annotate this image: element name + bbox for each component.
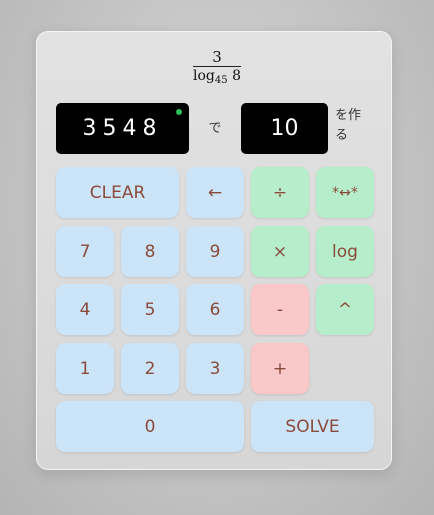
minus-button[interactable]: - xyxy=(251,284,309,335)
fraction-numerator: 3 xyxy=(212,47,222,66)
log-button[interactable]: log xyxy=(316,226,374,277)
log-base: 45 xyxy=(214,74,228,86)
log-argument: 8 xyxy=(232,67,241,84)
digits-value: 3548 xyxy=(82,116,163,141)
key-9[interactable]: 9 xyxy=(186,226,244,277)
log-function: log xyxy=(193,67,215,84)
clear-button[interactable]: CLEAR xyxy=(56,167,179,218)
target-display: 10 xyxy=(241,103,328,154)
key-8[interactable]: 8 xyxy=(121,226,179,277)
formula-display: 3 log45 8 xyxy=(0,47,434,90)
key-1[interactable]: 1 xyxy=(56,343,114,394)
power-button[interactable]: ^ xyxy=(316,284,374,335)
key-5[interactable]: 5 xyxy=(121,284,179,335)
suffix-label: を作る xyxy=(335,108,362,143)
swap-button[interactable]: *↔* xyxy=(316,167,374,218)
fraction-denominator: log45 8 xyxy=(193,67,241,90)
key-0[interactable]: 0 xyxy=(56,401,244,452)
fraction: 3 log45 8 xyxy=(193,47,241,90)
multiply-button[interactable]: × xyxy=(251,226,309,277)
solve-button[interactable]: SOLVE xyxy=(251,401,374,452)
key-3[interactable]: 3 xyxy=(186,343,244,394)
divide-button[interactable]: ÷ xyxy=(251,167,309,218)
status-indicator-dot xyxy=(176,109,182,115)
digits-display: 3548 xyxy=(56,103,189,154)
key-4[interactable]: 4 xyxy=(56,284,114,335)
connector-label: で xyxy=(208,121,222,136)
key-6[interactable]: 6 xyxy=(186,284,244,335)
plus-button[interactable]: + xyxy=(251,343,309,394)
target-value: 10 xyxy=(270,116,299,141)
backspace-button[interactable]: ← xyxy=(186,167,244,218)
key-7[interactable]: 7 xyxy=(56,226,114,277)
key-2[interactable]: 2 xyxy=(121,343,179,394)
